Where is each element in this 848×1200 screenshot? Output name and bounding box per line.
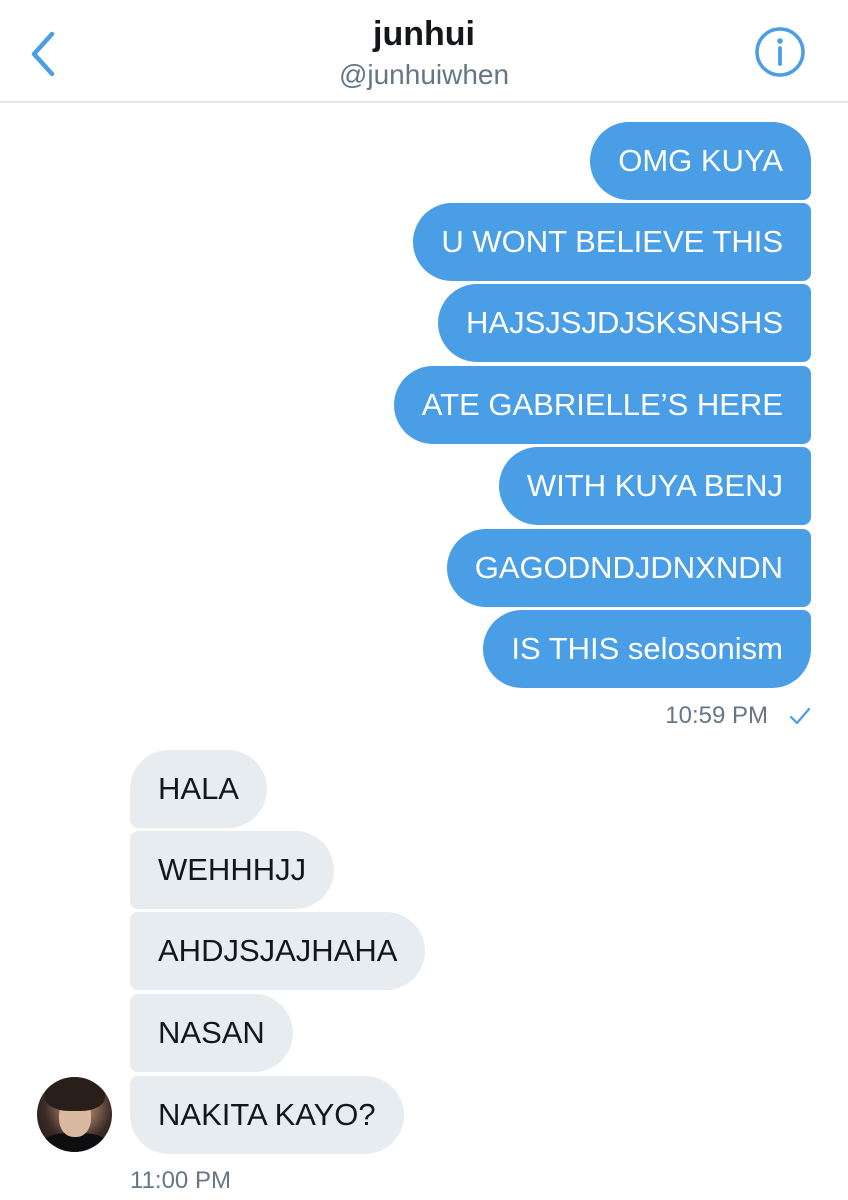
info-button[interactable] — [754, 26, 806, 78]
message-text: NAKITA KAYO? — [158, 1097, 376, 1132]
message-text: IS THIS selosonism — [511, 631, 783, 666]
conversation-handle: @junhuiwhen — [338, 59, 510, 90]
message-text: U WONT BELIEVE THIS — [441, 224, 783, 259]
sent-message[interactable]: WITH KUYA BENJ — [498, 447, 811, 525]
sent-message[interactable]: IS THIS selosonism — [483, 610, 811, 688]
sent-message[interactable]: U WONT BELIEVE THIS — [413, 203, 811, 281]
conversation-header: junhui @junhuiwhen — [0, 0, 848, 103]
received-message[interactable]: NASAN — [130, 994, 293, 1072]
avatar-hair-shape — [45, 1077, 105, 1111]
received-message[interactable]: WEHHHJJ — [130, 831, 335, 909]
info-icon — [755, 27, 805, 77]
message-text: ATE GABRIELLE’S HERE — [421, 387, 783, 422]
sent-message[interactable]: GAGODNDJDNXNDN — [446, 529, 811, 607]
received-message[interactable]: HALA — [130, 750, 267, 828]
conversation-title-block[interactable]: junhui @junhuiwhen — [0, 12, 848, 92]
checkmark-icon — [789, 707, 811, 725]
message-text: WITH KUYA BENJ — [526, 468, 783, 503]
avatar[interactable] — [37, 1077, 112, 1152]
sent-message[interactable]: OMG KUYA — [590, 122, 811, 200]
conversation-title: junhui — [373, 15, 475, 53]
message-text: HALA — [158, 771, 239, 806]
sent-timestamp: 10:59 PM — [665, 702, 768, 729]
message-text: OMG KUYA — [618, 143, 783, 178]
sent-message[interactable]: ATE GABRIELLE’S HERE — [393, 366, 811, 444]
received-message[interactable]: NAKITA KAYO? — [130, 1076, 404, 1154]
sent-message[interactable]: HAJSJSJDJSKSNSHS — [438, 284, 811, 362]
message-text: AHDJSJAJHAHA — [158, 933, 398, 968]
received-message[interactable]: AHDJSJAJHAHA — [130, 912, 426, 990]
received-timestamp: 11:00 PM — [130, 1167, 231, 1194]
message-text: WEHHHJJ — [158, 852, 307, 887]
message-text: GAGODNDJDNXNDN — [474, 550, 783, 585]
message-text: NASAN — [158, 1015, 265, 1050]
message-text: HAJSJSJDJSKSNSHS — [466, 305, 783, 340]
